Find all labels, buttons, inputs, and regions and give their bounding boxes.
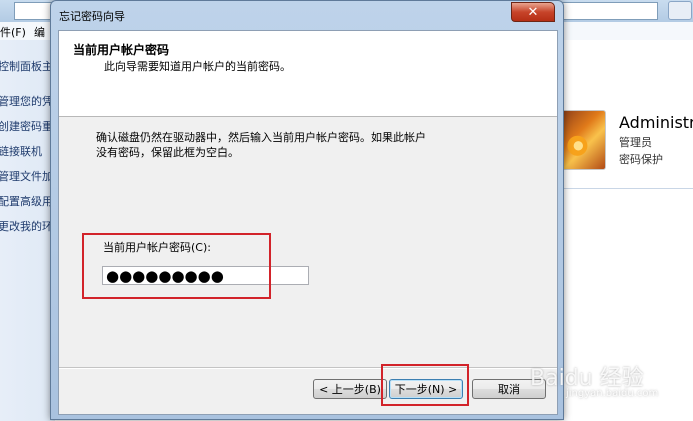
menu-file[interactable]: 件(F) [0,24,26,40]
background-close-button[interactable] [668,1,692,20]
watermark-url: jingyan.baidu.com [566,388,659,399]
account-role: 管理员 [619,136,652,149]
account-status: 密码保护 [619,153,663,166]
sidebar-link-online-ids[interactable]: 链接联机 [0,143,42,159]
close-icon: ✕ [527,4,539,20]
dialog-title: 忘记密码向导 [59,10,125,23]
back-button[interactable]: < 上一步(B) [313,379,387,399]
instructions-line-2: 没有密码，保留此框为空白。 [96,146,239,159]
forgotten-password-wizard-dialog: 忘记密码向导 ✕ 当前用户帐户密码 此向导需要知道用户帐户的当前密码。 确认磁盘… [50,0,564,420]
sidebar-link-control-panel-home[interactable]: 控制面板主 [0,58,53,74]
wizard-header-subtitle: 此向导需要知道用户帐户的当前密码。 [104,60,291,73]
wizard-instructions: 确认磁盘仍然在驱动器中，然后输入当前用户帐户密码。如果此帐户 没有密码，保留此框… [96,130,496,160]
user-avatar[interactable] [558,110,606,170]
background-sidebar: 控制面板主 管理您的凭 创建密码重 链接联机 管理文件加 配置高级用 更改我的环 [0,40,55,421]
divider [560,188,693,189]
sidebar-link-create-reset-disk[interactable]: 创建密码重 [0,118,53,134]
dialog-client-area: 当前用户帐户密码 此向导需要知道用户帐户的当前密码。 确认磁盘仍然在驱动器中，然… [58,30,558,415]
footer-divider [59,367,557,369]
sidebar-link-advanced-profile[interactable]: 配置高级用 [0,193,53,209]
dialog-close-button[interactable]: ✕ [511,2,555,22]
instructions-line-1: 确认磁盘仍然在驱动器中，然后输入当前用户帐户密码。如果此帐户 [96,131,426,144]
sidebar-link-environment-vars[interactable]: 更改我的环 [0,218,53,234]
account-name: Administr [619,113,693,132]
wizard-header: 当前用户帐户密码 此向导需要知道用户帐户的当前密码。 [59,31,557,117]
search-box[interactable] [560,2,658,20]
sidebar-link-manage-credentials[interactable]: 管理您的凭 [0,93,53,109]
menu-edit[interactable]: 编 [34,24,45,40]
sidebar-link-file-encryption[interactable]: 管理文件加 [0,168,53,184]
password-highlight-box [82,233,271,299]
next-button-highlight-box [381,364,469,406]
wizard-header-title: 当前用户帐户密码 [73,43,170,57]
